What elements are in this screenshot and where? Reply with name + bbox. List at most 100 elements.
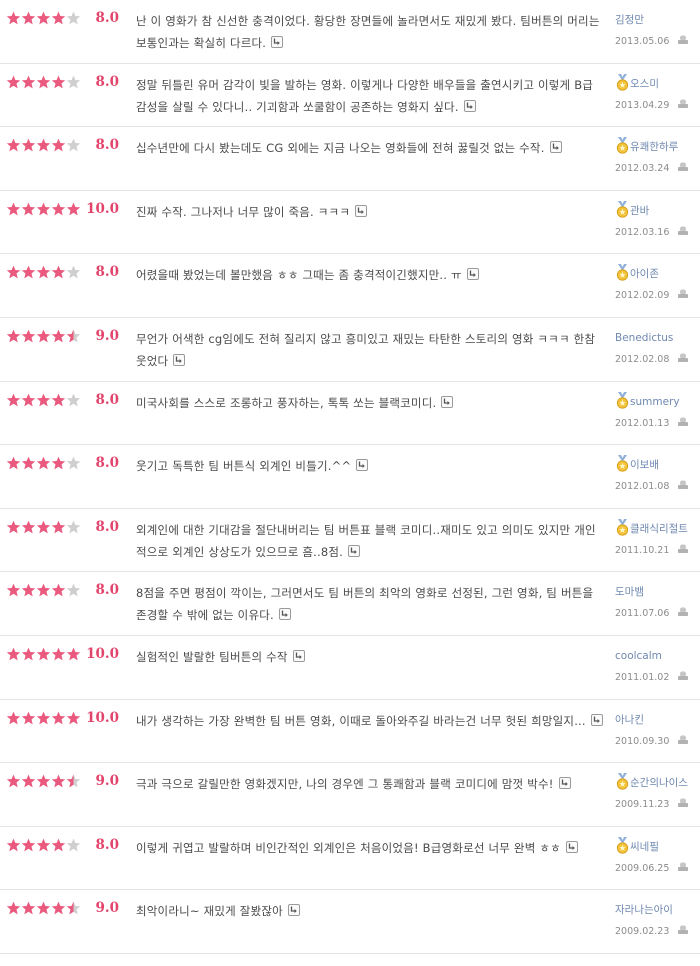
medal-icon	[615, 137, 630, 154]
report-icon[interactable]	[677, 542, 689, 553]
review-date: 2012.02.08	[615, 353, 670, 365]
star-empty-icon	[66, 265, 81, 279]
username-link[interactable]: 클래식리절트	[630, 523, 688, 535]
star-filled-icon	[51, 520, 66, 534]
medal-icon	[615, 455, 630, 472]
username-link[interactable]: 유쾌한하루	[630, 141, 678, 153]
reply-arrow-icon[interactable]	[590, 713, 603, 726]
score-value: 10.0	[86, 645, 119, 662]
star-rating	[6, 774, 81, 788]
comment-text: 십수년만에 다시 봤는데도 CG 외에는 지금 나오는 영화들에 전혀 꿇릴것 …	[136, 141, 545, 156]
reply-arrow-icon[interactable]	[549, 141, 562, 154]
reply-arrow-icon[interactable]	[355, 204, 368, 217]
report-icon[interactable]	[677, 796, 689, 808]
date-line: 2011.07.06	[615, 604, 700, 619]
report-icon[interactable]	[677, 923, 689, 935]
report-icon[interactable]	[677, 287, 689, 299]
star-filled-icon	[6, 202, 21, 216]
username-link[interactable]: 김정만	[615, 14, 644, 26]
star-filled-icon	[21, 520, 36, 534]
review-comment: 정말 뒤틀린 유머 감각이 빛을 발하는 영화. 이렇게나 다양한 배우들을 출…	[136, 74, 606, 118]
reply-arrow-icon[interactable]	[463, 99, 476, 112]
star-filled-icon	[66, 202, 81, 216]
review-row: 9.0 극과 극으로 갈릴만한 영화겠지만, 나의 경우엔 그 통쾌함과 블랙 코…	[0, 763, 700, 827]
username-link[interactable]: 이보배	[630, 459, 659, 471]
username-link[interactable]: 아나킨	[615, 714, 644, 726]
author-line: 씨네필	[615, 836, 700, 857]
reply-arrow-icon[interactable]	[292, 649, 305, 662]
date-line: 2013.04.29	[615, 96, 700, 111]
comment-text: 8점을 주면 평점이 깍이는, 그러면서도 팀 버튼의 최악의 영화로 선정된,…	[136, 586, 594, 623]
report-icon[interactable]	[677, 97, 689, 108]
comment-text: 정말 뒤틀린 유머 감각이 빛을 발하는 영화. 이렇게나 다양한 배우들을 출…	[136, 77, 594, 114]
date-line: 2012.03.16	[615, 223, 700, 238]
report-icon[interactable]	[677, 33, 689, 44]
username-link[interactable]: summery	[630, 396, 680, 408]
star-filled-icon	[21, 265, 36, 279]
report-icon[interactable]	[677, 478, 689, 490]
date-line: 2009.02.23	[615, 922, 700, 937]
medal-icon	[615, 264, 630, 281]
comment-text: 최악이라니~ 재밌게 잘봤잖아	[136, 904, 283, 919]
review-comment: 진짜 수작. 그나저나 너무 많이 죽음. ㅋㅋㅋ	[136, 201, 606, 223]
reply-arrow-icon[interactable]	[278, 608, 291, 621]
report-icon[interactable]	[677, 415, 689, 426]
review-date: 2009.06.25	[615, 862, 670, 874]
reply-arrow-icon[interactable]	[287, 904, 300, 917]
star-filled-icon	[6, 838, 21, 852]
username-link[interactable]: Benedictus	[615, 332, 673, 344]
star-empty-icon	[66, 393, 81, 407]
author-line: 김정만	[615, 10, 700, 30]
report-icon[interactable]	[677, 160, 689, 172]
star-filled-icon	[36, 901, 51, 915]
star-filled-icon	[51, 75, 66, 89]
reply-arrow-icon[interactable]	[565, 840, 578, 853]
star-filled-icon	[21, 75, 36, 89]
username-link[interactable]: 순간의나이스	[630, 777, 688, 789]
star-rating	[6, 711, 81, 725]
report-icon[interactable]	[677, 224, 689, 235]
star-filled-icon	[36, 711, 51, 725]
report-icon[interactable]	[677, 605, 689, 617]
review-row: 8.0 십수년만에 다시 봤는데도 CG 외에는 지금 나오는 영화들에 전혀 꿇…	[0, 127, 700, 191]
date-line: 2011.01.02	[615, 668, 700, 683]
report-icon[interactable]	[677, 860, 689, 871]
reply-arrow-icon[interactable]	[347, 544, 360, 557]
review-row: 9.0 무언가 어색한 cg임에도 전혀 질리지 않고 흥미있고 재밌는 타탄한 …	[0, 318, 700, 382]
reply-arrow-icon[interactable]	[441, 395, 454, 408]
review-row: 8.0 정말 뒤틀린 유머 감각이 빛을 발하는 영화. 이렇게나 다양한 배우들…	[0, 64, 700, 128]
author-line: 도마뱀	[615, 582, 700, 602]
review-author: 관바 2012.03.16	[615, 200, 700, 238]
star-filled-icon	[66, 647, 81, 661]
username-link[interactable]: 오스미	[630, 78, 659, 90]
score-value: 9.0	[95, 900, 120, 917]
username-link[interactable]: coolcalm	[615, 650, 662, 662]
medal-icon	[615, 518, 630, 536]
report-icon[interactable]	[677, 733, 689, 744]
username-link[interactable]: 아이존	[630, 268, 659, 280]
reply-arrow-icon[interactable]	[271, 36, 284, 48]
report-icon[interactable]	[677, 351, 689, 362]
reply-arrow-icon[interactable]	[558, 777, 571, 790]
username-link[interactable]: 관바	[630, 205, 649, 217]
star-filled-icon	[36, 838, 51, 852]
star-filled-icon	[6, 456, 21, 470]
reply-arrow-icon[interactable]	[466, 268, 479, 281]
star-filled-icon	[21, 901, 36, 915]
reply-arrow-icon[interactable]	[356, 459, 369, 472]
author-line: 오스미	[615, 73, 700, 94]
review-row: 8.0 어렸을때 봤었는데 볼만했음 ㅎㅎ 그때는 좀 충격적이긴했지만.. ㅠ 아…	[0, 254, 700, 318]
review-date: 2012.01.13	[615, 417, 670, 429]
review-date: 2012.02.09	[615, 290, 670, 302]
reply-arrow-icon[interactable]	[173, 353, 186, 366]
medal-icon	[615, 836, 630, 854]
comment-text: 극과 극으로 갈릴만한 영화겠지만, 나의 경우엔 그 통쾌함과 블랙 코미디에…	[136, 777, 554, 792]
comment-text: 내가 생각하는 가장 완벽한 팀 버튼 영화, 이때로 돌아와주길 바라는건 너…	[136, 713, 586, 728]
star-filled-icon	[36, 138, 51, 152]
star-filled-icon	[6, 901, 21, 915]
username-link[interactable]: 도마뱀	[615, 586, 644, 598]
report-icon[interactable]	[677, 669, 689, 680]
username-link[interactable]: 자라나는아이	[615, 904, 673, 916]
username-link[interactable]: 씨네필	[630, 841, 659, 853]
score-value: 9.0	[95, 327, 120, 344]
